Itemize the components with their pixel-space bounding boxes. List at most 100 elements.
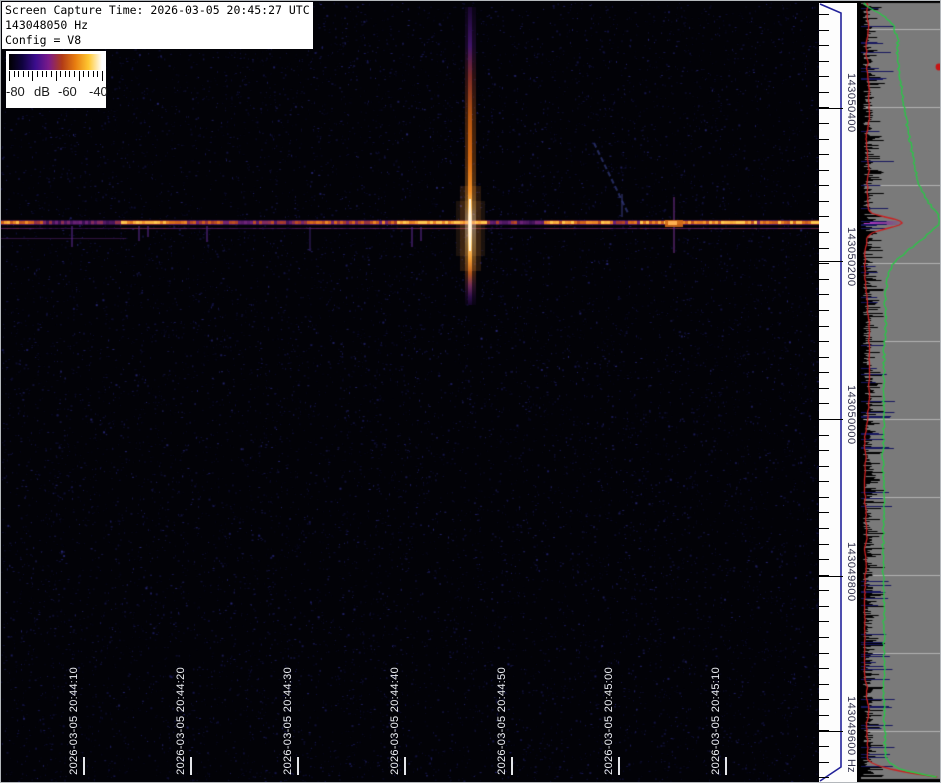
freq-minor-tick [819, 466, 829, 467]
freq-major-tick [819, 576, 843, 577]
colorscale-tick [18, 71, 19, 77]
freq-major-tick [819, 261, 843, 262]
colorscale-tick [74, 71, 75, 77]
freq-minor-tick [819, 232, 829, 233]
freq-minor-tick [819, 559, 829, 560]
colorscale-tick [51, 71, 52, 77]
freq-minor-tick [819, 45, 829, 46]
colorscale-tick [23, 71, 24, 77]
config-text: Config = V8 [5, 33, 310, 48]
colorscale-tick [93, 71, 94, 77]
freq-minor-tick [819, 528, 829, 529]
spectrum-side-panel[interactable] [858, 1, 941, 783]
freq-minor-tick [819, 248, 829, 249]
colorscale-tick [32, 71, 33, 81]
freq-label: 143050400 [845, 73, 857, 133]
center-frequency-text: 143048050 Hz [5, 18, 310, 33]
freq-minor-tick [819, 310, 829, 311]
freq-minor-tick [819, 388, 829, 389]
freq-major-tick [819, 731, 843, 732]
capture-time-text: Screen Capture Time: 2026-03-05 20:45:27… [5, 3, 310, 18]
colorscale-tick [37, 71, 38, 77]
freq-minor-tick [819, 263, 829, 264]
colorscale-tick [79, 71, 80, 81]
freq-minor-tick [819, 216, 829, 217]
colorscale-tick [46, 71, 47, 77]
colorscale-label: -60 [58, 84, 77, 99]
freq-minor-tick [819, 294, 829, 295]
colorscale-tick [28, 71, 29, 77]
time-label: 2026-03-05 20:44:50 [496, 667, 508, 775]
freq-minor-tick [819, 777, 829, 778]
time-tick [297, 757, 299, 775]
time-tick [511, 757, 513, 775]
colorscale-tick [9, 71, 10, 81]
freq-label: 143050200 [845, 227, 857, 287]
colorscale-tick [102, 71, 103, 81]
freq-minor-tick [819, 201, 829, 202]
freq-minor-tick [819, 170, 829, 171]
freq-minor-tick [819, 544, 829, 545]
time-label: 2026-03-05 20:45:10 [710, 667, 722, 775]
freq-minor-tick [819, 435, 829, 436]
time-label: 2026-03-05 20:45:00 [603, 667, 615, 775]
freq-minor-tick [819, 606, 829, 607]
freq-minor-tick [819, 653, 829, 654]
colorscale-tick [56, 71, 57, 81]
freq-label: 143050000 [845, 385, 857, 445]
colorscale-label: -80 [6, 84, 25, 99]
frequency-axis: 143050400 143050200 143050000 143049800 1430… [819, 3, 857, 782]
freq-minor-tick [819, 357, 829, 358]
freq-minor-tick [819, 30, 829, 31]
colorscale-tick [88, 71, 89, 77]
color-scale-legend: -80dB-60-40 [6, 51, 106, 108]
colorscale-tick [60, 71, 61, 77]
colorscale-tick [97, 71, 98, 77]
time-label: 2026-03-05 20:44:40 [389, 667, 401, 775]
freq-minor-tick [819, 14, 829, 15]
time-tick [618, 757, 620, 775]
freq-minor-tick [819, 497, 829, 498]
freq-minor-tick [819, 668, 829, 669]
time-label: 2026-03-05 20:44:20 [175, 667, 187, 775]
freq-minor-tick [819, 279, 829, 280]
freq-minor-tick [819, 92, 829, 93]
time-tick [83, 757, 85, 775]
time-tick [190, 757, 192, 775]
freq-minor-tick [819, 123, 829, 124]
freq-minor-tick [819, 746, 829, 747]
freq-minor-tick [819, 372, 829, 373]
freq-minor-tick [819, 481, 829, 482]
colorscale-tick [83, 71, 84, 77]
freq-minor-tick [819, 154, 829, 155]
freq-minor-tick [819, 185, 829, 186]
frequency-unit-label: Hz [845, 759, 857, 772]
freq-minor-tick [819, 61, 829, 62]
freq-minor-tick [819, 326, 829, 327]
waterfall-spectrogram[interactable] [1, 1, 819, 783]
freq-minor-tick [819, 715, 829, 716]
colorscale-tick [42, 71, 43, 77]
freq-label: 143049800 [845, 542, 857, 602]
time-tick [404, 757, 406, 775]
freq-minor-tick [819, 139, 829, 140]
freq-minor-tick [819, 762, 829, 763]
colorscale-gradient-bar [9, 54, 102, 70]
time-tick [725, 757, 727, 775]
freq-label: 143049600 [845, 696, 857, 756]
freq-minor-tick [819, 341, 829, 342]
time-label: 2026-03-05 20:44:10 [68, 667, 80, 775]
colorscale-tick [69, 71, 70, 77]
freq-minor-tick [819, 621, 829, 622]
freq-minor-tick [819, 403, 829, 404]
freq-major-tick [819, 108, 843, 109]
time-label: 2026-03-05 20:44:30 [282, 667, 294, 775]
info-box: Screen Capture Time: 2026-03-05 20:45:27… [2, 2, 313, 49]
freq-minor-tick [819, 512, 829, 513]
colorscale-label: -40 [89, 84, 108, 99]
freq-minor-tick [819, 76, 829, 77]
freq-major-tick [819, 419, 843, 420]
spectrogram-window: Screen Capture Time: 2026-03-05 20:45:27… [0, 0, 941, 783]
freq-minor-tick [819, 684, 829, 685]
freq-minor-tick [819, 637, 829, 638]
